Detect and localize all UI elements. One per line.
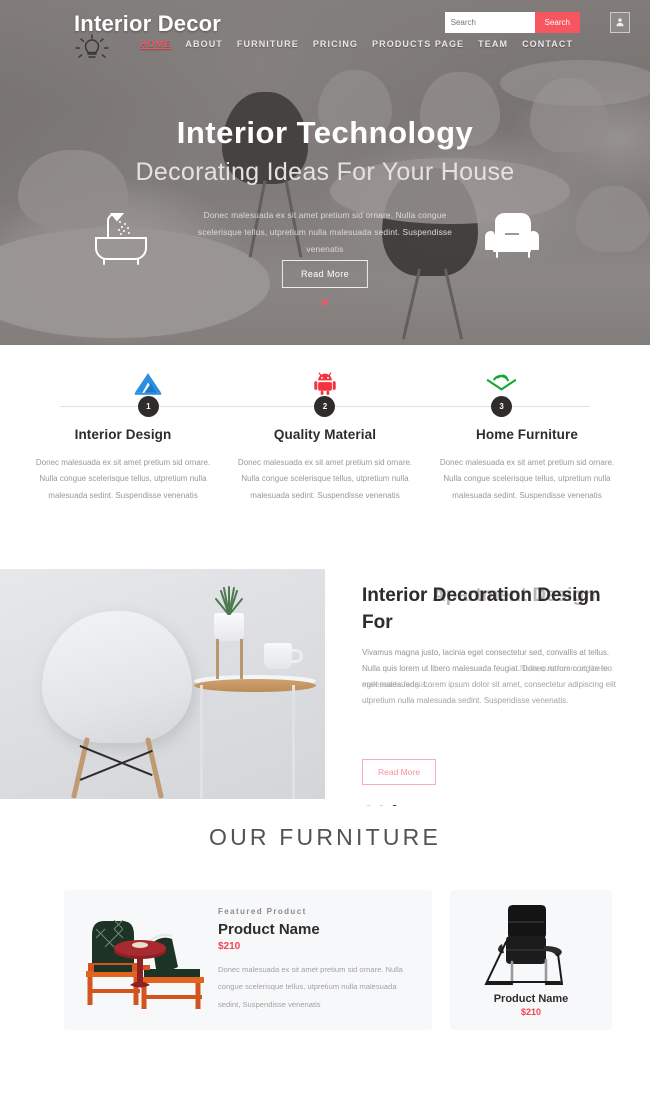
- nav-item-furniture[interactable]: FURNITURE: [237, 39, 299, 49]
- showcase-heading: Interior Decoration Design For: [362, 585, 601, 633]
- hero-section: Interior Decor HOME ABOUT FURNITURE PRIC…: [0, 0, 650, 345]
- featured-product-name: Product Name: [218, 921, 320, 939]
- nav-item-contact[interactable]: CONTACT: [522, 39, 573, 49]
- chevron-down-icon[interactable]: ▼: [319, 296, 332, 309]
- nav-item-about[interactable]: ABOUT: [185, 39, 223, 49]
- featured-product-desc: Donec malesuada ex sit amet pretium sid …: [218, 965, 403, 1009]
- hero-paragraph: Donec malesuada ex sit amet pretium sid …: [197, 210, 453, 255]
- feature-desc: Donec malesuada ex sit amet pretium sid …: [439, 458, 615, 500]
- features-section: 1 2 3 Interior Design Donec malesuada ex…: [0, 345, 650, 561]
- feature-desc: Donec malesuada ex sit amet pretium sid …: [237, 458, 413, 500]
- feature-title: Home Furniture: [476, 427, 578, 442]
- feature-step-numbers: 1 2 3: [0, 396, 650, 417]
- feature-desc: Donec malesuada ex sit amet pretium sid …: [35, 458, 211, 500]
- chair-seat-shape: [42, 611, 192, 743]
- step-number-1: 1: [137, 396, 159, 417]
- user-icon: [615, 14, 625, 32]
- plant-pot-shape: [214, 613, 244, 641]
- showcase-read-more-button[interactable]: Read More: [362, 759, 437, 785]
- featured-kicker: Featured Product: [218, 907, 307, 917]
- featured-product-info: Featured Product Product Name $210 Donec…: [208, 907, 418, 1012]
- showcase-photo: [0, 569, 325, 799]
- step-number-3: 3: [491, 396, 513, 417]
- showcase-heading-area: Interior Apartment Design For Interior D…: [362, 583, 618, 639]
- feature-title: Quality Material: [273, 427, 377, 442]
- showcase-paragraph-area: Vivamus magna justo, lacinia eget consec…: [362, 645, 618, 729]
- feature-columns: Interior Design Donec malesuada ex sit a…: [0, 427, 650, 504]
- search-bar: Search: [444, 12, 580, 33]
- nav-links: HOME ABOUT FURNITURE PRICING PRODUCTS PA…: [140, 39, 573, 49]
- search-button[interactable]: Search: [534, 12, 580, 33]
- featured-product-card[interactable]: Featured Product Product Name $210 Donec…: [64, 890, 432, 1030]
- brand-title[interactable]: Interior Decor: [74, 11, 221, 37]
- feature-item-quality-material: Quality Material Donec malesuada ex sit …: [235, 427, 415, 504]
- step-number-2: 2: [314, 396, 336, 417]
- product-cards-row: Featured Product Product Name $210 Donec…: [0, 851, 650, 1030]
- hero-subtitle: Decorating Ideas For Your House: [135, 158, 515, 186]
- feature-item-home-furniture: Home Furniture Donec malesuada ex sit am…: [437, 427, 617, 504]
- product-image: [450, 902, 612, 990]
- nav-item-pricing[interactable]: PRICING: [313, 39, 358, 49]
- product-name: Product Name: [493, 993, 569, 1005]
- showcase-text-block: Interior Apartment Design For Interior D…: [362, 583, 618, 810]
- main-navbar: Interior Decor HOME ABOUT FURNITURE PRIC…: [0, 0, 650, 62]
- section-title-our-furniture: OUR FURNITURE: [209, 824, 441, 850]
- account-button[interactable]: [610, 12, 630, 33]
- search-input[interactable]: [444, 12, 535, 33]
- featured-product-price: $210: [218, 941, 241, 953]
- hero-title: Interior Technology: [176, 115, 474, 150]
- page-root: Interior Decor HOME ABOUT FURNITURE PRIC…: [0, 0, 650, 1105]
- product-card[interactable]: Product Name $210: [450, 890, 612, 1030]
- hero-read-more-button[interactable]: Read More: [281, 260, 369, 288]
- furniture-section: OUR FURNITURE Featured Product Product N…: [0, 806, 650, 1105]
- product-price: $210: [520, 1007, 542, 1017]
- showcase-section: Interior Apartment Design For Interior D…: [0, 561, 650, 810]
- featured-product-image: [78, 905, 208, 1015]
- showcase-paragraph: Vivamus magna justo, lacinia eget consec…: [362, 648, 616, 705]
- mug-shape: [264, 643, 292, 669]
- nav-item-team[interactable]: TEAM: [478, 39, 508, 49]
- feature-title: Interior Design: [74, 427, 172, 442]
- nav-item-products-page[interactable]: PRODUCTS PAGE: [372, 39, 464, 49]
- feature-item-interior-design: Interior Design Donec malesuada ex sit a…: [33, 427, 213, 504]
- nav-item-home[interactable]: HOME: [140, 39, 171, 49]
